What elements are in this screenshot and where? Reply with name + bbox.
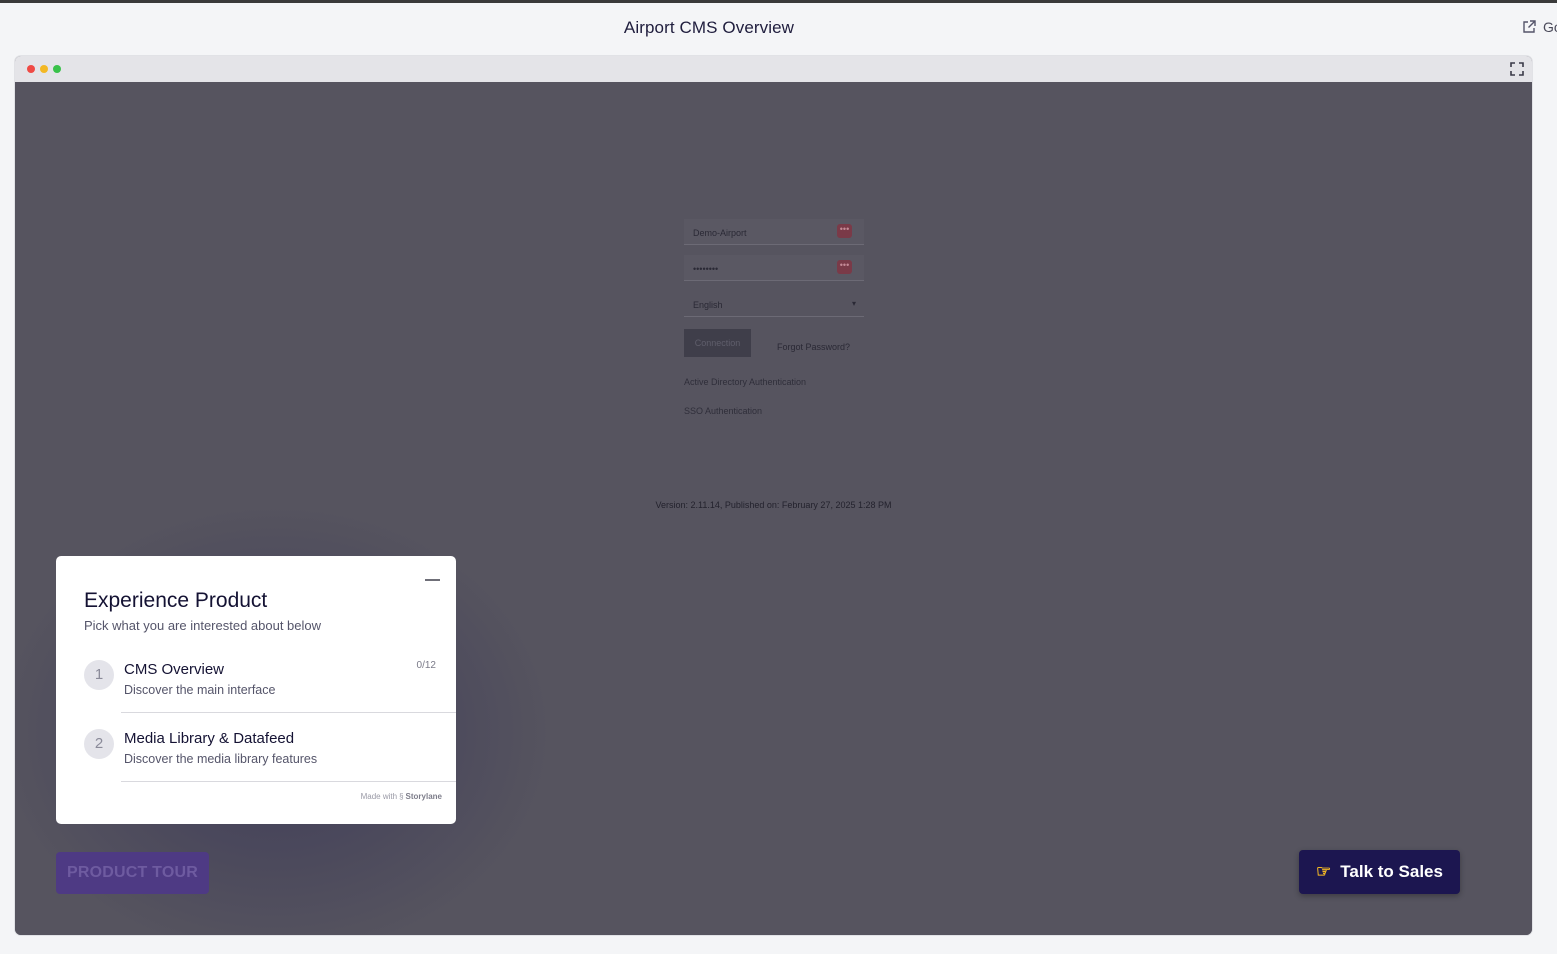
divider xyxy=(121,781,456,782)
tour-checklist-card: Experience Product Pick what you are int… xyxy=(56,556,456,824)
open-new-tab-link[interactable]: Go xyxy=(1521,19,1557,35)
version-text: Version: 2.11.14, Published on: February… xyxy=(655,500,892,510)
talk-to-sales-button[interactable]: ☞ Talk to Sales xyxy=(1299,850,1460,894)
top-rule xyxy=(0,0,1557,3)
made-with-storylane[interactable]: Made with § Storylane xyxy=(361,792,442,801)
maximize-window-dot xyxy=(53,65,61,73)
login-form: Demo-Airport ••• •••••••• ••• English ▾ … xyxy=(684,219,864,416)
divider xyxy=(121,712,456,713)
fullscreen-icon[interactable] xyxy=(1509,61,1525,77)
language-value: English xyxy=(693,300,723,310)
external-link-icon xyxy=(1523,20,1536,33)
tour-item-name: CMS Overview xyxy=(124,661,225,678)
close-window-dot xyxy=(27,65,35,73)
open-new-tab-label: Go xyxy=(1543,19,1557,35)
tour-item-description: Discover the main interface xyxy=(124,683,276,697)
connection-button[interactable]: Connection xyxy=(684,329,751,357)
tour-item-description: Discover the media library features xyxy=(124,752,318,766)
made-with-prefix: Made with xyxy=(360,792,398,801)
step-number: 2 xyxy=(84,729,114,759)
password-field[interactable]: •••••••• ••• xyxy=(684,255,864,281)
minimize-window-dot xyxy=(40,65,48,73)
browser-toolbar xyxy=(15,56,1532,82)
card-title: Experience Product xyxy=(84,589,268,612)
tour-item-name: Media Library & Datafeed xyxy=(124,730,295,747)
demo-viewport: Demo-Airport ••• •••••••• ••• English ▾ … xyxy=(15,82,1532,935)
username-value: Demo-Airport xyxy=(693,228,747,238)
password-manager-icon[interactable]: ••• xyxy=(837,224,852,238)
step-number: 1 xyxy=(84,660,114,690)
password-manager-icon[interactable]: ••• xyxy=(837,260,852,274)
browser-frame: Demo-Airport ••• •••••••• ••• English ▾ … xyxy=(15,56,1532,935)
sso-auth-link[interactable]: SSO Authentication xyxy=(684,406,864,416)
password-value: •••••••• xyxy=(693,264,719,274)
language-select[interactable]: English ▾ xyxy=(684,291,864,317)
talk-to-sales-label: Talk to Sales xyxy=(1340,862,1443,881)
page-title: Airport CMS Overview xyxy=(623,18,795,37)
forgot-password-link[interactable]: Forgot Password? xyxy=(777,342,850,352)
made-with-brand: Storylane xyxy=(405,792,442,801)
pointing-hand-icon: ☞ xyxy=(1316,862,1332,881)
product-tour-button[interactable]: PRODUCT TOUR xyxy=(56,852,209,894)
active-directory-auth-link[interactable]: Active Directory Authentication xyxy=(684,377,864,387)
storylane-logo-icon: § xyxy=(399,792,404,801)
card-subtitle: Pick what you are interested about below xyxy=(84,618,322,633)
chevron-down-icon: ▾ xyxy=(851,299,856,308)
minimize-icon[interactable] xyxy=(425,579,440,581)
username-field[interactable]: Demo-Airport ••• xyxy=(684,219,864,245)
tour-item-progress: 0/12 xyxy=(416,660,436,671)
